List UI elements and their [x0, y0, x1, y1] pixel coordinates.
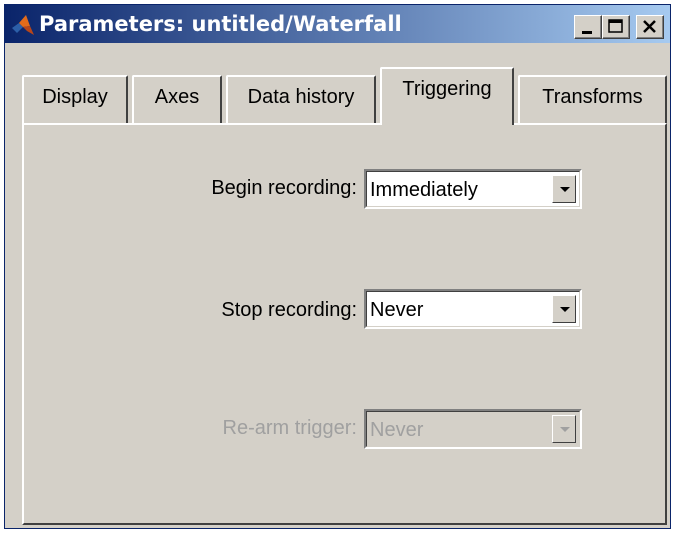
rearm-trigger-label: Re-arm trigger: [222, 417, 357, 439]
stop-recording-dropdown[interactable]: Never [364, 289, 582, 329]
tab-data-history-label: Data history [247, 86, 355, 108]
maximize-button[interactable] [602, 15, 630, 39]
tab-display-label: Display [42, 86, 108, 108]
triggering-panel: Begin recording: Immediately Stop record… [22, 123, 667, 525]
close-icon [643, 20, 656, 33]
close-button[interactable] [636, 15, 664, 39]
tab-axes[interactable]: Axes [132, 75, 222, 123]
rearm-trigger-value: Never [370, 419, 424, 441]
begin-recording-arrow[interactable] [552, 175, 576, 203]
begin-recording-label: Begin recording: [211, 177, 357, 199]
parameters-window: Parameters: untitled/Waterfall Begin rec… [4, 4, 671, 529]
stop-recording-arrow[interactable] [552, 295, 576, 323]
title-bar[interactable]: Parameters: untitled/Waterfall [5, 5, 670, 43]
minimize-button[interactable] [574, 15, 602, 39]
tab-triggering[interactable]: Triggering [380, 67, 514, 125]
tab-transforms-label: Transforms [542, 86, 643, 108]
maximize-icon [608, 19, 623, 33]
tab-axes-label: Axes [154, 86, 200, 108]
matlab-icon [12, 15, 34, 35]
tab-transforms[interactable]: Transforms [518, 75, 667, 123]
stop-recording-value: Never [370, 299, 424, 321]
begin-recording-dropdown[interactable]: Immediately [364, 169, 582, 209]
tab-triggering-label: Triggering [402, 78, 492, 100]
rearm-trigger-arrow [552, 415, 576, 443]
minimize-icon [582, 31, 592, 34]
tab-display[interactable]: Display [22, 75, 128, 123]
chevron-down-icon [560, 427, 570, 432]
chevron-down-icon [560, 187, 570, 192]
chevron-down-icon [560, 307, 570, 312]
rearm-trigger-dropdown: Never [364, 409, 582, 449]
tab-data-history[interactable]: Data history [226, 75, 376, 123]
window-title: Parameters: untitled/Waterfall [39, 12, 402, 36]
begin-recording-value: Immediately [370, 179, 478, 201]
stop-recording-label: Stop recording: [221, 299, 357, 321]
